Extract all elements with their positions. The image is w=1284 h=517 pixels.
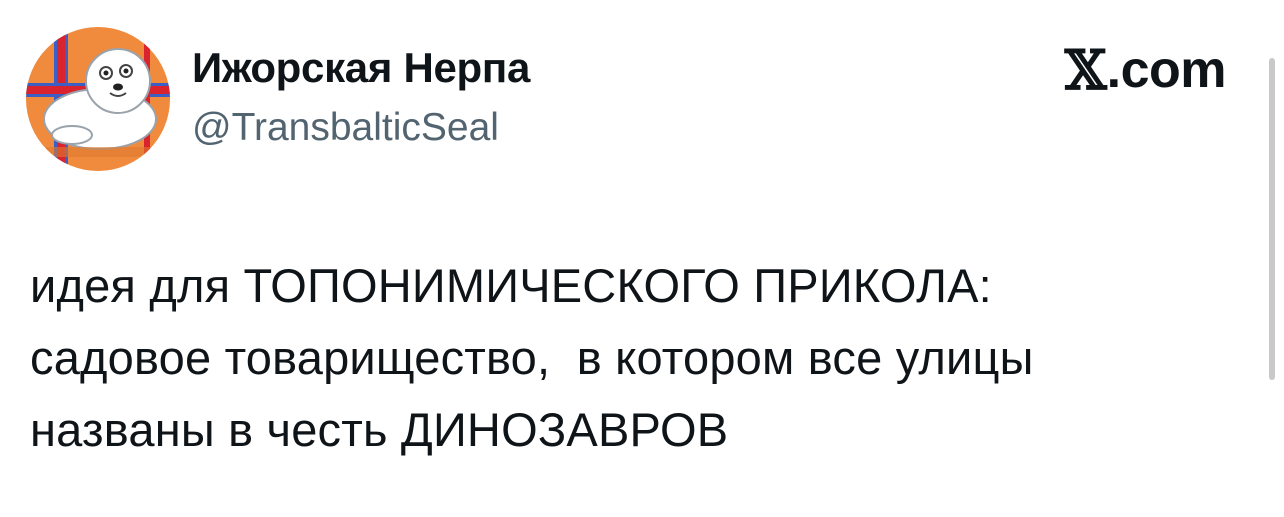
avatar[interactable] — [26, 27, 170, 171]
tweet-text: идея для ТОПОНИМИЧЕСКОГО ПРИКОЛА: садово… — [30, 250, 1230, 466]
author-display-name[interactable]: Ижорская Нерпа — [192, 42, 530, 94]
brand-domain: .com — [1106, 41, 1227, 99]
scrollbar[interactable] — [1264, 0, 1284, 517]
tweet-card: Ижорская Нерпа @TransbalticSeal 𝕏 .com и… — [0, 0, 1284, 517]
tweet-line: названы в честь ДИНОЗАВРОВ — [30, 403, 729, 456]
seal-avatar-icon — [26, 27, 170, 171]
x-logo-icon: 𝕏 — [1064, 38, 1107, 102]
scrollbar-thumb[interactable] — [1269, 58, 1275, 380]
tweet-line: идея для ТОПОНИМИЧЕСКОГО ПРИКОЛА: — [30, 259, 992, 312]
x-com-brand[interactable]: 𝕏 .com — [1064, 38, 1227, 102]
tweet-line: садовое товарищество, в котором все улиц… — [30, 331, 1034, 384]
author-handle[interactable]: @TransbalticSeal — [192, 104, 499, 152]
